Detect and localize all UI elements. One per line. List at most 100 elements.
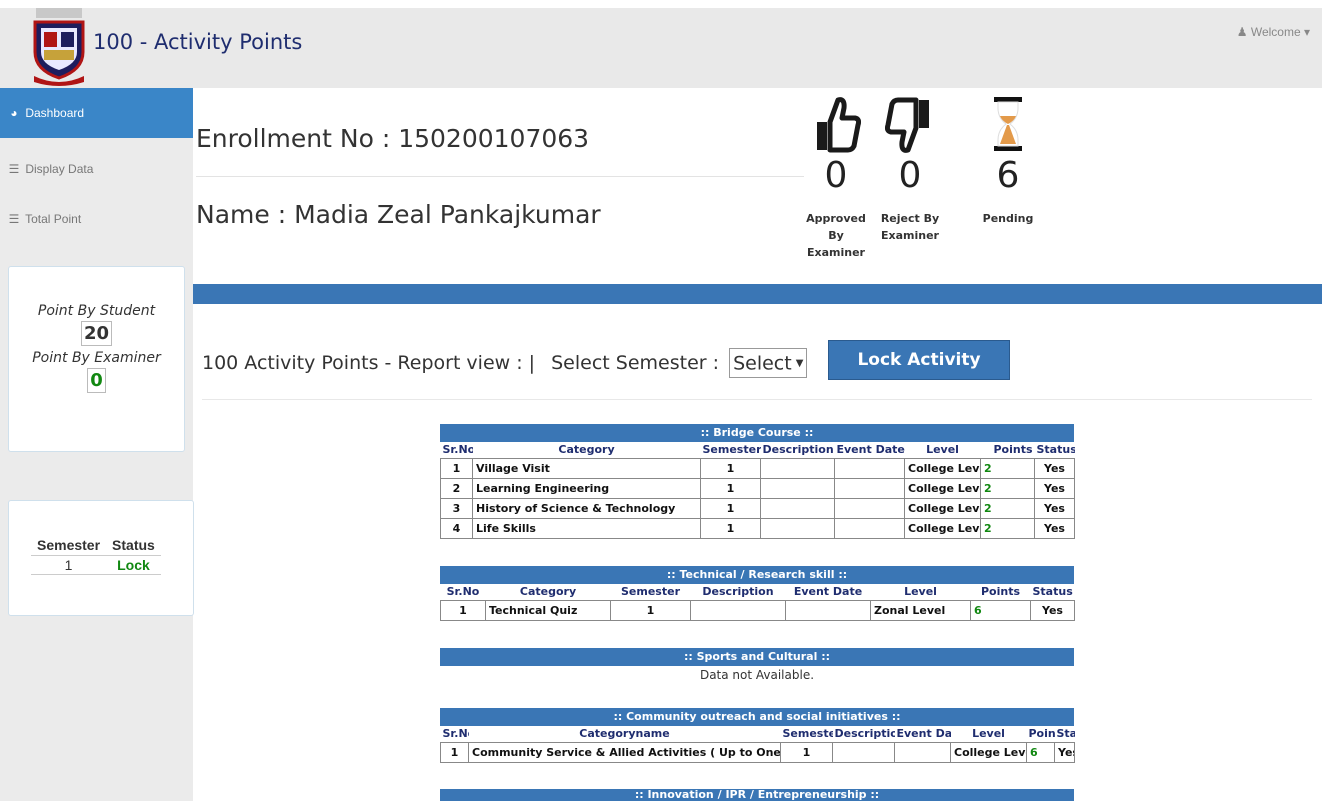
status-cell: Yes xyxy=(1034,517,1075,539)
event-date-cell xyxy=(834,517,905,539)
column-header: Semester xyxy=(782,727,833,741)
rejected-count: 0 xyxy=(898,155,922,196)
level-cell: College Level xyxy=(904,517,981,539)
section-title: :: Bridge Course :: xyxy=(440,424,1074,442)
event-date-cell xyxy=(834,477,905,499)
caret-down-icon: ▾ xyxy=(1303,25,1310,39)
sr-no-cell: 1 xyxy=(440,457,473,479)
level-cell: College Level xyxy=(904,497,981,519)
column-header: Sr.No xyxy=(442,443,473,457)
lock-activity-button[interactable]: Lock Activity xyxy=(828,340,1010,380)
community-outreach-table: Sr.No Categoryname Semester Description … xyxy=(440,726,1075,763)
point-by-examiner-label: Point By Examiner xyxy=(32,350,161,366)
column-header: Points xyxy=(993,443,1033,457)
column-header: Points xyxy=(1028,727,1055,741)
column-header: Status xyxy=(1032,585,1073,599)
rejected-stat: 0 Reject By Examiner xyxy=(878,88,942,244)
category-cell: History of Science & Technology xyxy=(472,497,701,519)
column-header: Category xyxy=(519,585,577,599)
column-header: Semester xyxy=(31,535,107,556)
bridge-course-section: :: Bridge Course :: Sr.No Category Semes… xyxy=(440,424,1075,539)
list-icon: ☰ xyxy=(8,162,20,176)
bridge-course-table: Sr.No Category Semester Description Even… xyxy=(440,442,1075,539)
pending-caption: Pending xyxy=(982,212,1034,225)
point-by-student-label: Point By Student xyxy=(37,303,156,319)
section-divider-bar xyxy=(193,284,1322,304)
status-cell: Yes xyxy=(1030,599,1075,621)
rejected-caption: Reject By Examiner xyxy=(880,212,940,242)
thumbs-down-icon xyxy=(878,88,942,154)
column-header: Status xyxy=(1036,443,1075,457)
points-cell: 6 xyxy=(1026,741,1055,763)
status-cell: Lock xyxy=(106,555,161,575)
category-cell: Community Service & Allied Activities ( … xyxy=(468,741,781,763)
sidebar-item-dashboard[interactable]: ◕ Dashboard xyxy=(0,88,193,138)
sidebar-item-label: Display Data xyxy=(25,162,94,176)
sidebar-item-total-point[interactable]: ☰ Total Point xyxy=(0,194,193,244)
report-toolbar: 100 Activity Points - Report view : | Se… xyxy=(202,348,808,378)
description-cell xyxy=(760,477,835,499)
column-header: Description xyxy=(702,585,774,599)
event-date-cell xyxy=(834,457,905,479)
level-cell: College Level xyxy=(904,477,981,499)
points-cell: 6 xyxy=(970,599,1031,621)
status-cell: Yes xyxy=(1034,497,1075,519)
thumbs-up-icon xyxy=(804,88,868,154)
points-card: Point By Student 20 Point By Examiner 0 xyxy=(8,266,185,452)
caret-down-icon: ▼ xyxy=(795,357,804,369)
column-header: Status xyxy=(106,535,161,556)
column-header: Event Date xyxy=(896,727,951,741)
sidebar-item-display-data[interactable]: ☰ Display Data xyxy=(0,144,193,194)
empty-state-message: Data not Available. xyxy=(699,668,815,682)
semester-cell: 1 xyxy=(31,555,107,575)
list-icon: ☰ xyxy=(8,212,20,226)
status-cell: Yes xyxy=(1034,477,1075,499)
point-by-student-value: 20 xyxy=(80,321,113,346)
semester-cell: 1 xyxy=(780,741,833,763)
report-view-label: 100 Activity Points - Report view : | xyxy=(202,352,536,374)
semester-status-card: Semester Status 1 Lock xyxy=(8,500,194,616)
dashboard-icon: ◕ xyxy=(10,106,18,120)
section-title: :: Sports and Cultural :: xyxy=(440,648,1074,666)
top-strip xyxy=(0,0,1322,8)
semester-cell: 1 xyxy=(700,497,761,519)
level-cell: College Level xyxy=(904,457,981,479)
table-row: 1 Technical Quiz 1 Zonal Level 6 Yes xyxy=(440,599,1075,621)
sr-no-cell: 2 xyxy=(440,477,473,499)
section-title: :: Innovation / IPR / Entrepreneurship :… xyxy=(440,789,1074,801)
sr-no-cell: 1 xyxy=(440,599,486,621)
technical-research-table: Sr.No Category Semester Description Even… xyxy=(440,584,1075,621)
points-cell: 2 xyxy=(980,457,1035,479)
sidebar: ◕ Dashboard ☰ Display Data ☰ Total Point… xyxy=(0,88,194,801)
semester-select[interactable]: Select ▼ xyxy=(729,348,808,378)
semester-cell: 1 xyxy=(700,517,761,539)
table-row: 1 Community Service & Allied Activities … xyxy=(440,741,1075,763)
column-header: Event Date xyxy=(793,585,863,599)
column-header: Status xyxy=(1056,727,1075,741)
column-header: Points xyxy=(980,585,1021,599)
points-cell: 2 xyxy=(980,497,1035,519)
column-header: Description xyxy=(834,727,895,741)
divider xyxy=(196,176,804,177)
top-header: 100 - Activity Points ♟ Welcome ▾ xyxy=(0,8,1322,88)
description-cell xyxy=(760,497,835,519)
welcome-menu[interactable]: ♟ Welcome ▾ xyxy=(1237,25,1310,39)
category-cell: Learning Engineering xyxy=(472,477,701,499)
enrollment-number: Enrollment No : 150200107063 xyxy=(196,124,590,153)
approved-caption: Approved By Examiner xyxy=(806,212,866,259)
table-row: 1 Village Visit 1 College Level 2 Yes xyxy=(440,457,1075,479)
app-title[interactable]: 100 - Activity Points xyxy=(93,30,302,54)
event-date-cell xyxy=(894,741,951,763)
divider xyxy=(202,399,1312,400)
event-date-cell xyxy=(834,497,905,519)
column-header: Level xyxy=(904,585,937,599)
sr-no-cell: 3 xyxy=(440,497,473,519)
user-icon: ♟ xyxy=(1236,25,1248,39)
university-crest-icon[interactable] xyxy=(30,8,88,86)
welcome-label: Welcome xyxy=(1250,25,1301,39)
pending-count: 6 xyxy=(996,155,1020,196)
pending-stat: 6 Pending xyxy=(976,88,1040,227)
community-outreach-section: :: Community outreach and social initiat… xyxy=(440,708,1075,763)
select-semester-label: Select Semester : xyxy=(551,352,720,374)
column-header: Semester xyxy=(621,585,680,599)
